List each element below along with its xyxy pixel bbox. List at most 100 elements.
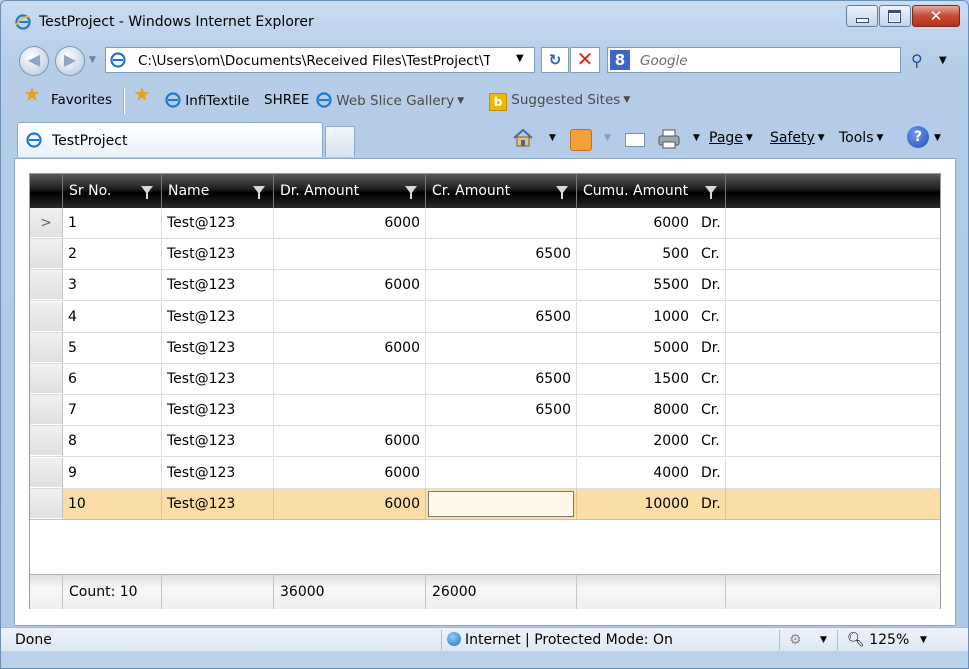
cell-cumu-amount[interactable]: 500 Cr. — [577, 239, 726, 270]
filter-icon[interactable] — [253, 186, 265, 199]
favorite-link-suggested-sites[interactable]: b Suggested Sites ▼ — [489, 92, 630, 111]
row-selector[interactable] — [30, 332, 63, 363]
cell-sr[interactable]: 2 — [63, 239, 162, 270]
cell-cr[interactable] — [426, 270, 577, 301]
address-bar[interactable]: C:\Users\om\Documents\Received Files\Tes… — [105, 47, 535, 73]
row-selector[interactable] — [30, 301, 63, 332]
table-row[interactable]: 9 Test@123 6000 4000 Dr. — [30, 457, 940, 489]
column-header-cr-amount[interactable]: Cr. Amount — [426, 174, 577, 208]
cell-dr[interactable]: 6000 — [274, 457, 426, 488]
cell-cumu-amount[interactable]: 5500 Dr. — [577, 270, 726, 301]
address-text[interactable]: C:\Users\om\Documents\Received Files\Tes… — [138, 53, 490, 69]
cell-cr[interactable] — [426, 426, 577, 457]
favorite-link-shree[interactable]: SHREE — [264, 92, 309, 108]
column-header-dr-amount[interactable]: Dr. Amount — [274, 174, 426, 208]
row-selector[interactable]: > — [30, 208, 63, 238]
row-selector[interactable] — [30, 270, 63, 301]
cell-cumu-amount[interactable]: 2000 Cr. — [577, 426, 726, 457]
protected-mode-icon[interactable]: ⚙ — [789, 632, 802, 648]
column-header-sr-no[interactable]: Sr No. — [63, 174, 162, 208]
favorite-link-web-slice-gallery[interactable]: Web Slice Gallery ▼ — [316, 92, 464, 109]
minimize-button[interactable] — [846, 5, 878, 27]
cell-cr[interactable]: 6500 — [426, 364, 577, 394]
cell-dr[interactable]: 6000 — [274, 270, 426, 301]
table-row[interactable]: 10 Test@123 6000 10000 Dr. — [30, 488, 940, 520]
cell-cr[interactable]: 6500 — [426, 395, 577, 426]
refresh-button[interactable]: ↻ — [541, 47, 569, 73]
cell-cr[interactable] — [426, 208, 577, 238]
help-icon[interactable]: ? — [907, 126, 929, 148]
home-icon[interactable] — [512, 128, 534, 148]
cell-name[interactable]: Test@123 — [162, 364, 274, 394]
new-tab-button[interactable] — [325, 126, 355, 157]
active-edit-cell[interactable] — [428, 490, 574, 517]
cell-cr[interactable]: 6500 — [426, 239, 577, 270]
cell-dr[interactable] — [274, 395, 426, 426]
cell-dr[interactable] — [274, 239, 426, 270]
cell-sr[interactable]: 6 — [63, 364, 162, 394]
cell-dr[interactable] — [274, 364, 426, 394]
add-favorite-icon[interactable]: ★ — [133, 82, 151, 106]
cell-sr[interactable]: 4 — [63, 301, 162, 332]
cell-sr[interactable]: 9 — [63, 457, 162, 488]
favorite-link-infitextile[interactable]: InfiTextile — [165, 92, 249, 109]
filter-icon[interactable] — [141, 186, 153, 199]
cell-dr[interactable]: 6000 — [274, 488, 426, 519]
row-selector[interactable] — [30, 395, 63, 426]
row-selector[interactable] — [30, 239, 63, 270]
cell-cumu-amount[interactable]: 1000 Cr. — [577, 301, 726, 332]
cell-dr[interactable]: 6000 — [274, 208, 426, 238]
cell-sr[interactable]: 8 — [63, 426, 162, 457]
table-row[interactable]: 7 Test@123 6500 8000 Cr. — [30, 395, 940, 427]
cell-name[interactable]: Test@123 — [162, 457, 274, 488]
row-selector[interactable] — [30, 488, 63, 519]
cell-sr[interactable]: 5 — [63, 332, 162, 363]
search-input[interactable]: Google — [640, 53, 688, 69]
cell-name[interactable]: Test@123 — [162, 301, 274, 332]
cell-dr[interactable]: 6000 — [274, 332, 426, 363]
filter-icon[interactable] — [405, 186, 417, 199]
cell-sr[interactable]: 7 — [63, 395, 162, 426]
table-row[interactable]: 2 Test@123 6500 500 Cr. — [30, 239, 940, 271]
cell-name[interactable]: Test@123 — [162, 488, 274, 519]
cell-name[interactable]: Test@123 — [162, 395, 274, 426]
page-menu[interactable]: Page ▼ — [709, 130, 753, 146]
recent-pages-dropdown[interactable]: ▼ — [89, 55, 96, 65]
search-box[interactable]: 8 Google — [607, 47, 901, 73]
security-zone[interactable]: Internet | Protected Mode: On — [447, 632, 673, 648]
cell-cumu-amount[interactable]: 10000 Dr. — [577, 488, 726, 519]
table-row[interactable]: 4 Test@123 6500 1000 Cr. — [30, 301, 940, 333]
home-dropdown[interactable]: ▼ — [546, 130, 556, 146]
table-row[interactable]: 5 Test@123 6000 5000 Dr. — [30, 332, 940, 364]
favorites-button[interactable]: Favorites — [51, 92, 112, 108]
cell-sr[interactable]: 3 — [63, 270, 162, 301]
stop-button[interactable]: ✕ — [570, 47, 600, 73]
cell-cr[interactable] — [426, 332, 577, 363]
forward-button[interactable]: ▶ — [55, 46, 85, 76]
feeds-dropdown[interactable]: ▼ — [601, 130, 611, 146]
read-mail-icon[interactable] — [625, 133, 645, 147]
table-row[interactable]: 8 Test@123 6000 2000 Cr. — [30, 426, 940, 458]
row-selector[interactable] — [30, 457, 63, 488]
search-options-dropdown[interactable]: ▼ — [939, 55, 947, 66]
row-selector[interactable] — [30, 426, 63, 457]
table-row[interactable]: 3 Test@123 6000 5500 Dr. — [30, 270, 940, 302]
cell-cumu-amount[interactable]: 8000 Cr. — [577, 395, 726, 426]
table-row[interactable]: 6 Test@123 6500 1500 Cr. — [30, 364, 940, 395]
safety-menu[interactable]: Safety ▼ — [770, 130, 825, 146]
cell-cumu-amount[interactable]: 5000 Dr. — [577, 332, 726, 363]
rss-feed-icon[interactable] — [570, 129, 592, 151]
cell-name[interactable]: Test@123 — [162, 239, 274, 270]
cell-cr[interactable] — [426, 457, 577, 488]
cell-cr[interactable]: 6500 — [426, 301, 577, 332]
row-selector[interactable] — [30, 364, 63, 394]
address-dropdown-icon[interactable]: ▼ — [516, 53, 524, 64]
cell-dr[interactable] — [274, 301, 426, 332]
cell-name[interactable]: Test@123 — [162, 270, 274, 301]
help-dropdown[interactable]: ▼ — [931, 130, 941, 146]
maximize-button[interactable] — [879, 5, 911, 27]
zoom-level[interactable]: 🔍︎ 125% — [847, 632, 909, 648]
column-header-cumu-amount[interactable]: Cumu. Amount — [577, 174, 726, 208]
filter-icon[interactable] — [705, 186, 717, 199]
cell-cumu-amount[interactable]: 4000 Dr. — [577, 457, 726, 488]
